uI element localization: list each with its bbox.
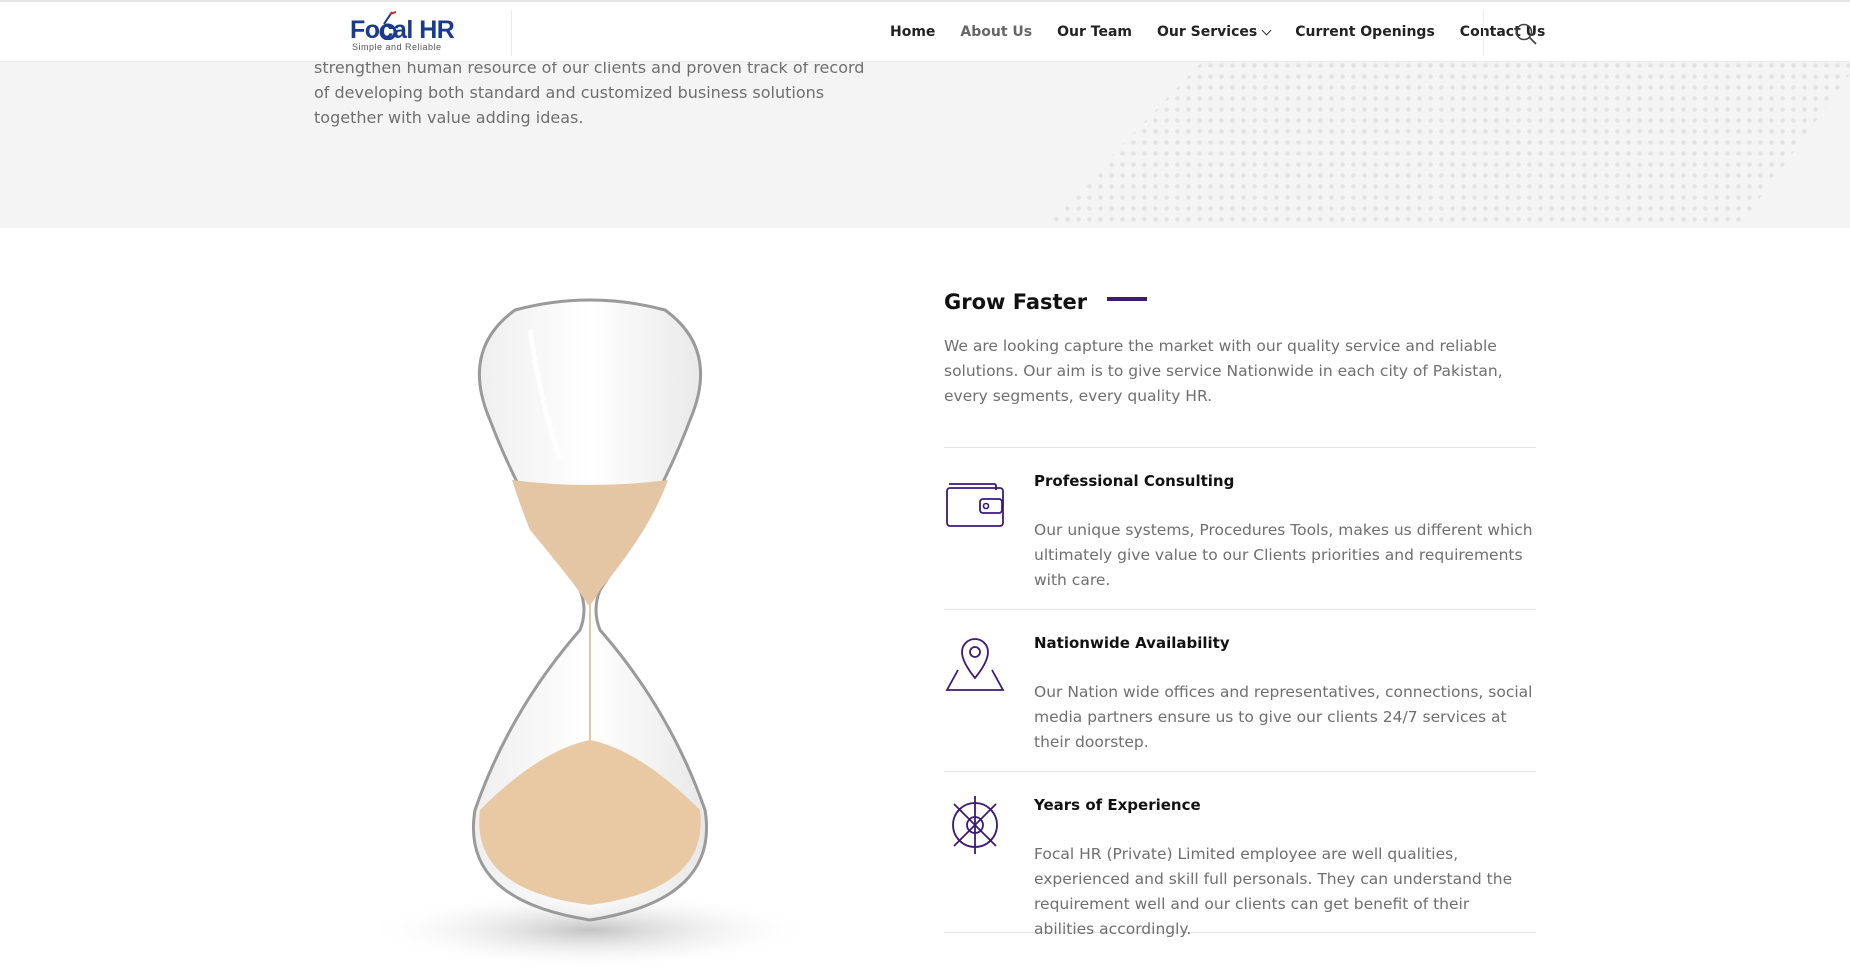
hourglass-image xyxy=(360,298,820,970)
target-icon xyxy=(952,796,998,854)
section-intro: We are looking capture the market with o… xyxy=(944,337,1503,405)
logo-title: Focal HR xyxy=(350,16,455,44)
nav-current-openings[interactable]: Current Openings xyxy=(1295,24,1435,40)
grow-faster-section: Grow Faster We are looking capture the m… xyxy=(944,290,1536,938)
feature-desc: Focal HR (Private) Limited employee are … xyxy=(1034,845,1513,938)
chevron-down-icon xyxy=(1261,25,1272,35)
main-nav: Home About Us Our Team Our Services Curr… xyxy=(890,2,1570,62)
section-heading-row: Grow Faster xyxy=(944,290,1536,314)
wallet-icon xyxy=(946,483,1004,527)
map-pin-icon xyxy=(945,638,1005,691)
feature-desc: Our Nation wide offices and representati… xyxy=(1034,683,1533,751)
feature-professional-consulting: Professional Consulting Our unique syste… xyxy=(944,447,1536,609)
feature-title: Nationwide Availability xyxy=(1034,634,1230,652)
dot-pattern xyxy=(1040,60,1850,228)
heading-accent-line xyxy=(1107,297,1148,301)
feature-nationwide-availability: Nationwide Availability Our Nation wide … xyxy=(944,609,1536,771)
feature-years-of-experience: Years of Experience Focal HR (Private) L… xyxy=(944,771,1536,938)
nav-our-team[interactable]: Our Team xyxy=(1057,24,1132,40)
section-heading: Grow Faster xyxy=(944,290,1088,314)
feature-desc: Our unique systems, Procedures Tools, ma… xyxy=(1034,521,1533,589)
hero-text: strengthen human resource of our clients… xyxy=(314,58,865,127)
divider xyxy=(511,10,512,56)
nav-home[interactable]: Home xyxy=(890,24,935,40)
feature-list: Professional Consulting Our unique syste… xyxy=(944,447,1536,938)
search-icon[interactable] xyxy=(1514,22,1538,46)
logo[interactable]: Focal HR Simple and Reliable xyxy=(350,10,490,56)
nav-about-us[interactable]: About Us xyxy=(960,24,1032,40)
divider xyxy=(1483,10,1484,56)
logo-tagline: Simple and Reliable xyxy=(352,42,442,52)
feature-title: Years of Experience xyxy=(1034,796,1201,814)
site-header: Focal HR Simple and Reliable Home About … xyxy=(0,0,1850,62)
nav-our-services[interactable]: Our Services xyxy=(1157,24,1272,40)
feature-title: Professional Consulting xyxy=(1034,472,1235,490)
nav-our-services-label: Our Services xyxy=(1157,24,1258,40)
